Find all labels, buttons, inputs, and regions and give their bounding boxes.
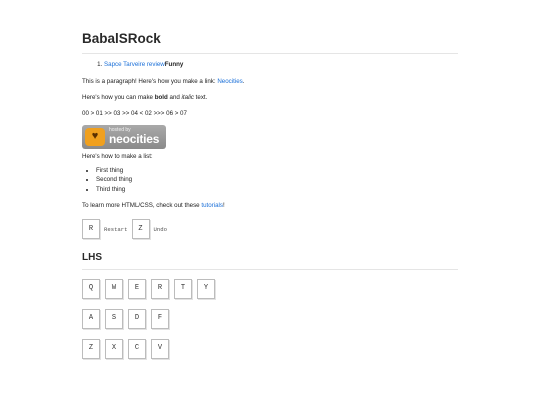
restart-key-button[interactable]: R bbox=[82, 219, 100, 240]
learn-more: To learn more HTML/CSS, check out these … bbox=[82, 202, 458, 210]
paragraph-link: This is a paragraph! Here's how you make… bbox=[82, 78, 458, 86]
key-c-button[interactable]: C bbox=[128, 338, 146, 359]
key-e-button[interactable]: E bbox=[128, 278, 146, 299]
key-w-button[interactable]: W bbox=[105, 278, 123, 299]
key-q-button[interactable]: Q bbox=[82, 278, 100, 299]
list-item: Second thing bbox=[96, 176, 458, 184]
formatting-middle: and bbox=[167, 93, 182, 101]
sequence-text: 00 > 01 >> 03 >> 04 < 02 >>> 06 > 07 bbox=[82, 110, 187, 118]
learn-suffix: ! bbox=[223, 202, 225, 210]
learn-text: To learn more HTML/CSS, check out these bbox=[82, 202, 202, 210]
paragraph-formatting: Here's how you can make bold and italic … bbox=[82, 94, 458, 102]
italic-text: italic bbox=[181, 93, 194, 101]
paragraph-text: This is a paragraph! Here's how you make… bbox=[82, 77, 218, 85]
formatting-prefix: Here's how you can make bbox=[82, 93, 155, 101]
key-x-button[interactable]: X bbox=[105, 338, 123, 359]
key-s-button[interactable]: S bbox=[105, 308, 123, 329]
bullet-list: First thing Second thing Third thing bbox=[82, 167, 458, 194]
neocities-link[interactable]: Neocities bbox=[217, 78, 242, 85]
key-a-button[interactable]: A bbox=[82, 308, 100, 329]
page-title: BabalSRock bbox=[82, 30, 458, 55]
game-controls: R Restart Z Undo bbox=[82, 219, 458, 240]
page-content: BabalSRock Sapce Tarveire reviewFunny Th… bbox=[82, 0, 458, 359]
key-t-button[interactable]: T bbox=[174, 278, 192, 299]
undo-key-button[interactable]: Z bbox=[131, 219, 150, 240]
key-f-button[interactable]: F bbox=[151, 308, 169, 329]
undo-label: Undo bbox=[153, 225, 167, 233]
review-link[interactable]: Sapce Tarveire review bbox=[104, 61, 165, 68]
keyboard-row-2: A S D F bbox=[82, 308, 458, 329]
formatting-suffix: text. bbox=[193, 93, 208, 101]
funny-bold-text: Funny bbox=[164, 61, 184, 69]
list-intro: Here's how to make a list: bbox=[82, 152, 153, 160]
paragraph-suffix: . bbox=[242, 77, 245, 85]
list-item: Sapce Tarveire reviewFunny bbox=[104, 61, 458, 69]
keyboard-row-1: Q W E R T Y bbox=[82, 278, 458, 299]
ordered-list: Sapce Tarveire reviewFunny bbox=[82, 61, 458, 69]
cat-icon: ♥ bbox=[85, 127, 105, 146]
keyboard-row-3: Z X C V bbox=[82, 338, 458, 359]
tutorials-link[interactable]: tutorials bbox=[201, 202, 223, 209]
section-title: LHS bbox=[82, 251, 458, 270]
key-r-button[interactable]: R bbox=[151, 278, 169, 299]
key-d-button[interactable]: D bbox=[128, 308, 146, 329]
key-z-button[interactable]: Z bbox=[82, 338, 100, 359]
badge-big-text: neocities bbox=[109, 132, 160, 147]
neocities-badge[interactable]: ♥ hosted by neocities bbox=[82, 124, 166, 149]
restart-label: Restart bbox=[104, 225, 128, 233]
key-v-button[interactable]: V bbox=[151, 338, 169, 359]
bold-text: bold bbox=[154, 93, 168, 101]
list-item: First thing bbox=[96, 167, 458, 175]
key-y-button[interactable]: Y bbox=[197, 278, 215, 299]
list-item: Third thing bbox=[96, 186, 458, 194]
